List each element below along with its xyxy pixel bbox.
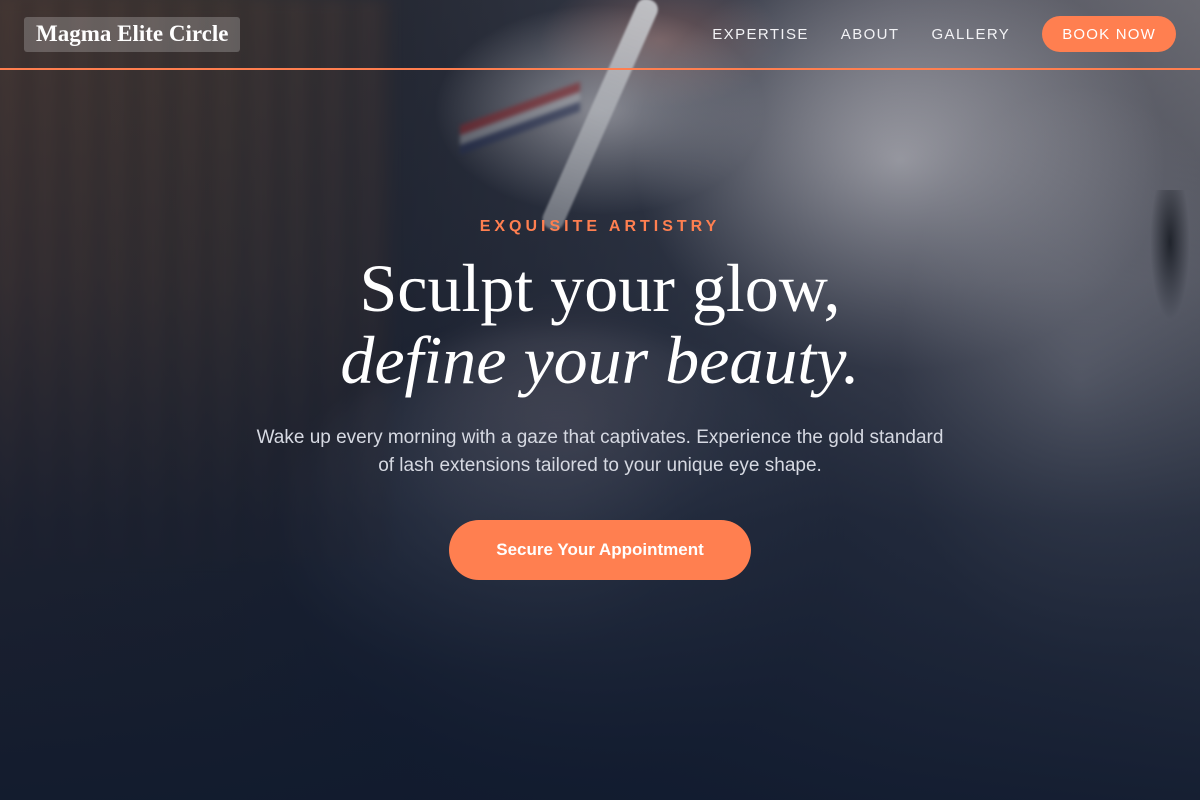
brand-logo[interactable]: Magma Elite Circle <box>24 16 241 52</box>
hero-subtext: Wake up every morning with a gaze that c… <box>256 427 944 476</box>
book-now-button[interactable]: BOOK NOW <box>1042 16 1176 52</box>
hero-headline-line1: Sculpt your glow, <box>359 250 841 326</box>
main-nav: EXPERTISE ABOUT GALLERY BOOK NOW <box>680 16 1176 52</box>
hero-headline: Sculpt your glow, define your beauty. <box>0 254 1200 398</box>
nav-link-about[interactable]: ABOUT <box>841 26 900 43</box>
hero-headline-line2: define your beauty. <box>340 322 860 398</box>
site-header: Magma Elite Circle EXPERTISE ABOUT GALLE… <box>0 0 1200 70</box>
secure-appointment-button[interactable]: Secure Your Appointment <box>449 520 751 580</box>
nav-link-gallery[interactable]: GALLERY <box>931 26 1010 43</box>
nav-link-expertise[interactable]: EXPERTISE <box>712 26 809 43</box>
hero-section: EXQUISITE ARTISTRY Sculpt your glow, def… <box>0 218 1200 580</box>
hero-eyebrow: EXQUISITE ARTISTRY <box>479 218 721 235</box>
